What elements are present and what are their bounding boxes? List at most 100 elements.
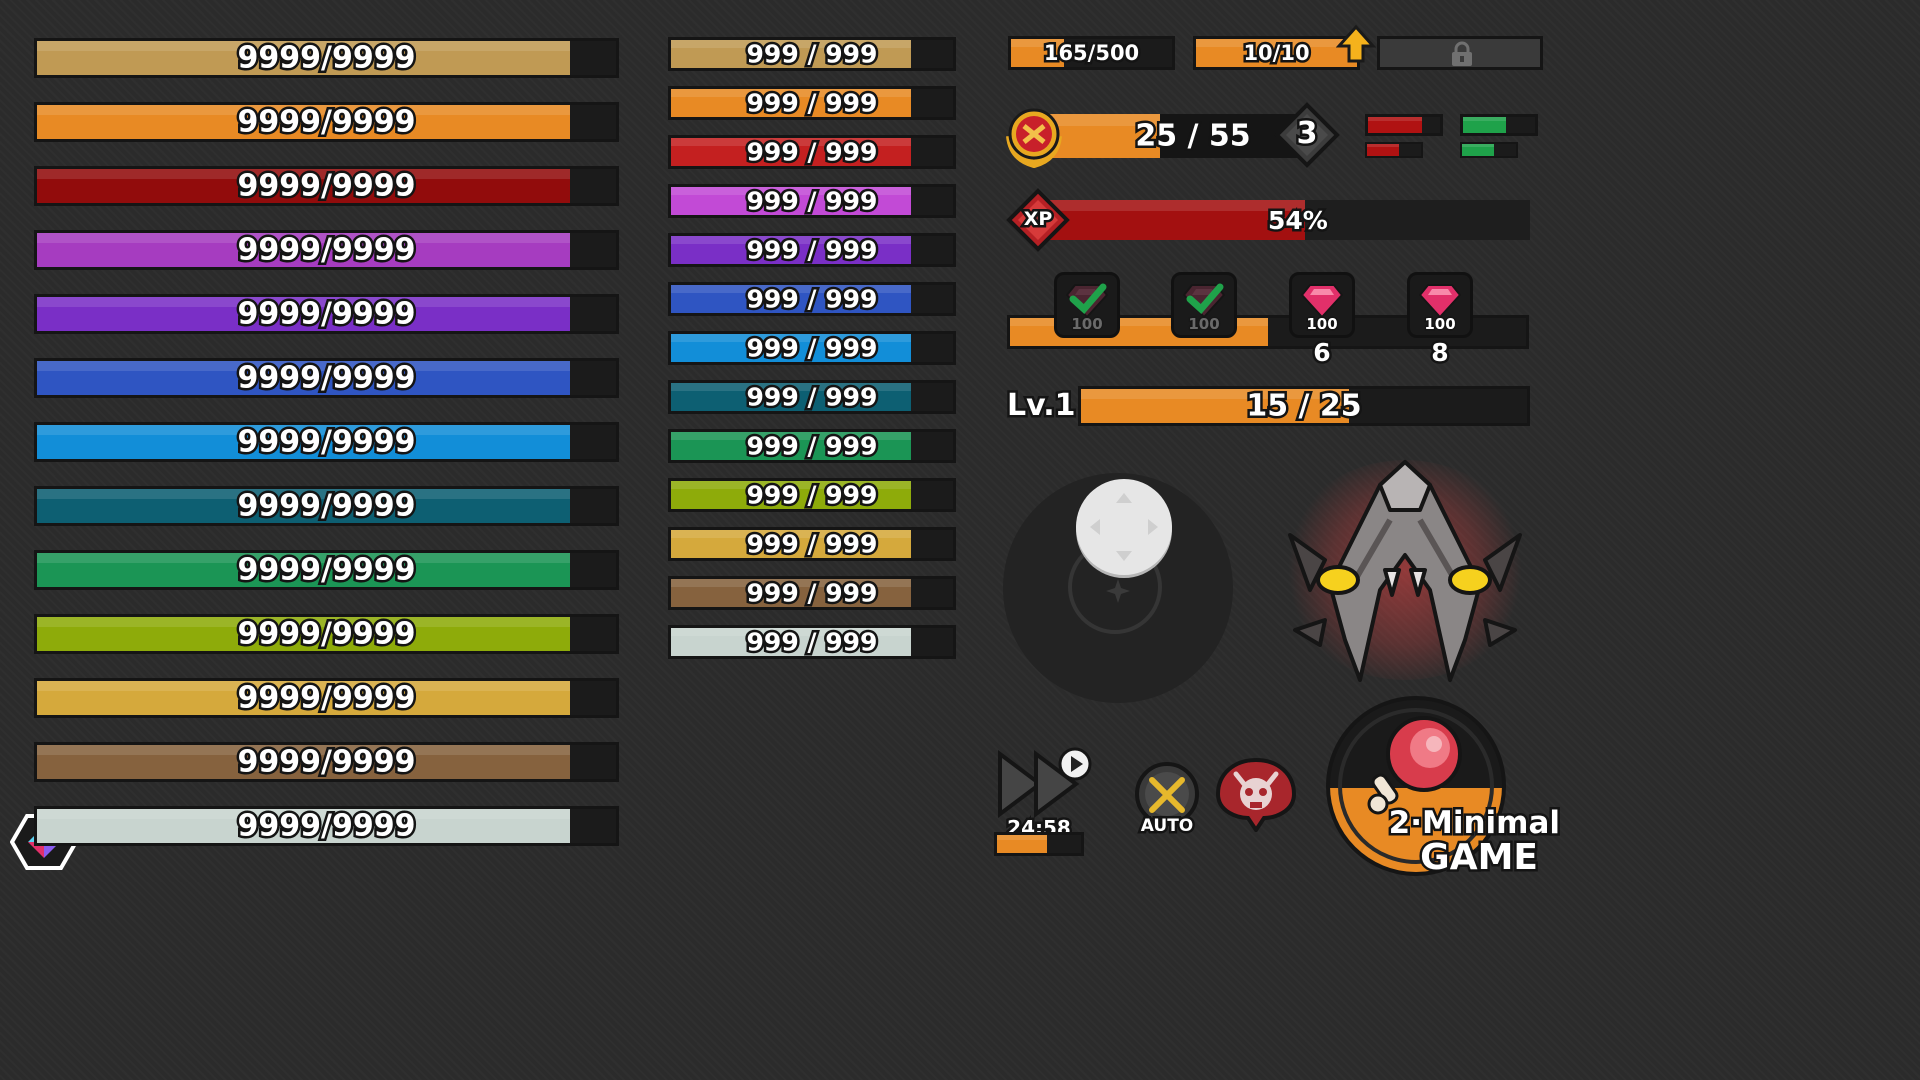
large-bar-1-label: 9999/9999 — [235, 102, 418, 142]
reward-gem-2[interactable]: 100 — [1289, 272, 1355, 338]
reward-gem-value: 100 — [1305, 314, 1339, 335]
lock-icon — [1448, 41, 1476, 71]
large-bar-4: 9999/9999 — [34, 294, 619, 334]
small-bar-0-label: 999 / 999 — [744, 37, 880, 71]
large-bar-5-label: 9999/9999 — [235, 358, 418, 398]
large-bar-3: 9999/9999 — [34, 230, 619, 270]
large-bar-0-label: 9999/9999 — [235, 38, 418, 78]
mini-hp-bar-small — [1365, 142, 1423, 158]
xp-badge-label: XP — [1021, 206, 1055, 233]
watermark-line1: 2·Minimal — [1386, 804, 1562, 843]
small-bar-6: 999 / 999 — [668, 331, 956, 365]
reward-gem-count: 6 — [1311, 336, 1333, 370]
rank-medal-icon — [1002, 106, 1066, 172]
fast-forward-progress — [994, 832, 1084, 856]
small-bar-8-label: 999 / 999 — [744, 429, 880, 463]
watermark-line2: GAME — [1418, 837, 1541, 878]
small-bar-11: 999 / 999 — [668, 576, 956, 610]
large-bar-4-label: 9999/9999 — [235, 294, 418, 334]
large-bar-1: 9999/9999 — [34, 102, 619, 142]
large-bar-9: 9999/9999 — [34, 614, 619, 654]
reward-gem-0[interactable]: 100 — [1054, 272, 1120, 338]
large-bar-7: 9999/9999 — [34, 486, 619, 526]
energy-bar: 10/10 — [1193, 36, 1360, 70]
large-bar-6: 9999/9999 — [34, 422, 619, 462]
large-bar-11: 9999/9999 — [34, 742, 619, 782]
small-bar-11-label: 999 / 999 — [744, 576, 880, 610]
joystick-center-icon — [1106, 579, 1130, 607]
rank-label: 25 / 55 — [1133, 116, 1253, 156]
large-bar-11-label: 9999/9999 — [235, 742, 418, 782]
small-bar-9-label: 999 / 999 — [744, 478, 880, 512]
large-bar-8: 9999/9999 — [34, 550, 619, 590]
small-bar-6-label: 999 / 999 — [744, 331, 880, 365]
auto-battle-button[interactable]: AUTO — [1130, 760, 1204, 840]
xp-fill — [1040, 200, 1305, 240]
mini-hp-bar — [1365, 114, 1443, 136]
large-bar-3-label: 9999/9999 — [235, 230, 418, 270]
xp-badge: XP — [1006, 188, 1070, 252]
small-bar-1: 999 / 999 — [668, 86, 956, 120]
large-bar-7-label: 9999/9999 — [235, 486, 418, 526]
auto-label: AUTO — [1138, 814, 1196, 839]
reward-gem-value: 100 — [1070, 314, 1104, 335]
boss-challenge-button[interactable] — [1214, 756, 1298, 834]
small-bar-2: 999 / 999 — [668, 135, 956, 169]
small-bar-2-label: 999 / 999 — [744, 135, 880, 169]
locked-bar[interactable] — [1377, 36, 1543, 70]
large-bar-9-label: 9999/9999 — [235, 614, 418, 654]
mini-mp-bar — [1460, 114, 1538, 136]
mini-mp-fill — [1463, 117, 1507, 133]
small-bar-10-label: 999 / 999 — [744, 527, 880, 561]
small-bar-4-label: 999 / 999 — [744, 233, 880, 267]
mini-mp-small-fill — [1462, 144, 1495, 156]
reward-gem-count: 8 — [1429, 336, 1451, 370]
joystick-knob[interactable] — [1076, 479, 1172, 575]
large-bar-10-label: 9999/9999 — [235, 678, 418, 718]
virtual-joystick[interactable] — [1003, 473, 1233, 703]
reward-gem-value: 100 — [1423, 314, 1457, 335]
small-bar-12-label: 999 / 999 — [744, 625, 880, 659]
small-bar-7: 999 / 999 — [668, 380, 956, 414]
large-bar-5: 9999/9999 — [34, 358, 619, 398]
reward-gem-3[interactable]: 100 — [1407, 272, 1473, 338]
large-bar-8-label: 9999/9999 — [235, 550, 418, 590]
large-bar-12: 9999/9999 — [34, 806, 619, 846]
arrow-up-icon — [1335, 24, 1377, 68]
small-bar-3-label: 999 / 999 — [744, 184, 880, 218]
large-bar-2: 9999/9999 — [34, 166, 619, 206]
rank-number: 3 — [1294, 114, 1320, 154]
level-bar: 15 / 25 — [1078, 386, 1530, 426]
reward-gem-value: 100 — [1187, 314, 1221, 335]
small-bar-1-label: 999 / 999 — [744, 86, 880, 120]
xp-percent-label: 54% — [1266, 204, 1331, 238]
xp-bar: 54% — [1040, 200, 1530, 240]
small-bar-10: 999 / 999 — [668, 527, 956, 561]
energy-label: 10/10 — [1241, 39, 1312, 68]
stamina-bar: 165/500 — [1008, 36, 1175, 70]
boss-monster — [1270, 440, 1540, 700]
mini-hp-fill — [1368, 117, 1422, 133]
small-bar-12: 999 / 999 — [668, 625, 956, 659]
small-bar-4: 999 / 999 — [668, 233, 956, 267]
reward-gem-1[interactable]: 100 — [1171, 272, 1237, 338]
level-label: Lv.1 — [1005, 386, 1078, 426]
large-bar-6-label: 9999/9999 — [235, 422, 418, 462]
level-progress-label: 15 / 25 — [1244, 386, 1364, 426]
fast-forward-progress-fill — [997, 835, 1048, 853]
mini-mp-bar-small — [1460, 142, 1518, 158]
rank-progress-bar: 25 / 55 — [1042, 114, 1304, 158]
small-bar-3: 999 / 999 — [668, 184, 956, 218]
fast-forward-button[interactable]: 24:58 — [994, 746, 1094, 858]
watermark: 2·Minimal GAME — [1380, 804, 1562, 879]
fast-forward-icon — [998, 747, 1092, 818]
joystick-arrows-icon — [1090, 493, 1158, 561]
small-bar-5: 999 / 999 — [668, 282, 956, 316]
large-bar-0: 9999/9999 — [34, 38, 619, 78]
large-bar-12-label: 9999/9999 — [235, 806, 418, 846]
large-bar-2-label: 9999/9999 — [235, 166, 418, 206]
small-bar-8: 999 / 999 — [668, 429, 956, 463]
small-bar-5-label: 999 / 999 — [744, 282, 880, 316]
mini-hp-small-fill — [1367, 144, 1400, 156]
stamina-label: 165/500 — [1041, 39, 1141, 68]
